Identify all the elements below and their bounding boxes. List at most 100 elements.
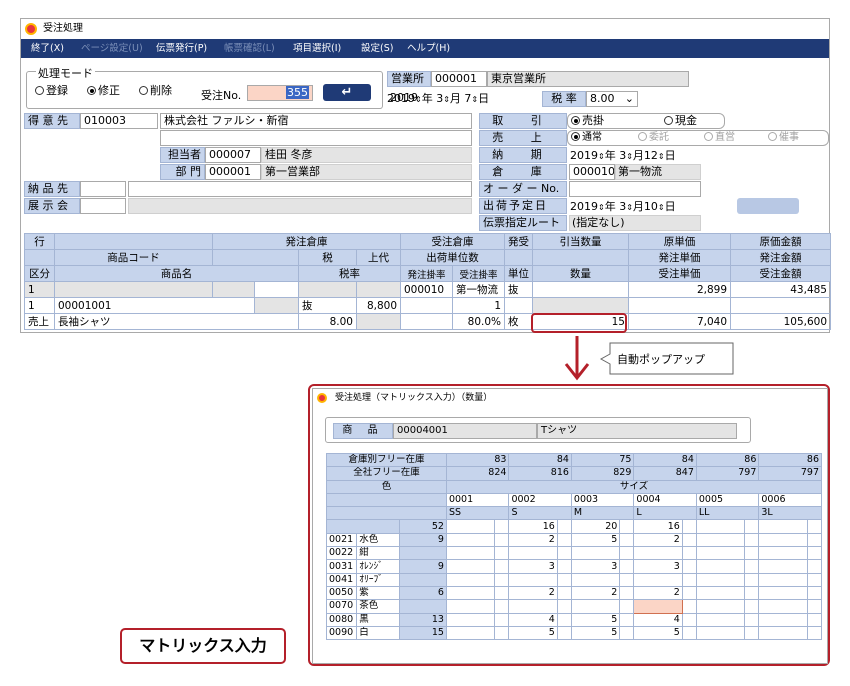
stock-all-value: 797 [758,466,822,481]
qty-input-cell[interactable]: 3 [508,559,558,574]
ship-date-button[interactable] [737,198,799,214]
qty-input-cell[interactable] [695,546,746,561]
table-row[interactable]: 0050 紫 6 2 2 2 [325,585,823,601]
qty-input-cell[interactable] [758,546,808,561]
qty-input-cell[interactable]: 4 [508,612,558,627]
col-kubun: 区分 [24,265,55,282]
qty-input-cell[interactable] [445,559,496,574]
route-value: (指定なし) [569,215,701,231]
menu-item-select[interactable]: 項目選択(I) [293,39,341,58]
qty-input-cell[interactable] [695,559,746,574]
color-total: 6 [398,585,447,601]
qty-input-cell[interactable] [695,599,746,614]
mode-modify[interactable]: 修正 [87,82,120,98]
qty-input-cell[interactable] [445,599,496,614]
qty-input-cell[interactable] [758,625,808,641]
transaction-credit[interactable]: 売掛 [571,114,604,127]
qty-input-cell[interactable]: 2 [633,532,683,548]
qty-input-cell[interactable]: 4 [633,612,683,627]
qty-input-cell[interactable] [695,612,746,627]
order-field-input[interactable] [569,181,701,197]
qty-input-cell[interactable]: 3 [570,559,621,574]
tax-rate-select[interactable]: 8.00 ⌄ [586,91,638,107]
qty-input-cell[interactable]: 2 [508,585,558,601]
qty-input-cell[interactable] [758,599,808,614]
qty-input-cell[interactable]: 2 [633,585,683,601]
qty-input-cell[interactable]: 5 [570,612,621,627]
enter-button[interactable]: ↵ [323,84,371,101]
app-icon [25,23,37,35]
order-date-field[interactable]: 2019⇕年 3⇕月 7⇕日 [387,90,537,107]
table-row[interactable]: 1 000010 第一物流 抜 2,899 43,485 [24,281,831,298]
qty-input-cell[interactable] [508,599,558,614]
transaction-radio-group[interactable]: 売掛 現金 [567,113,725,129]
qty-input-cell[interactable] [508,546,558,561]
ship-date-field[interactable]: 2019⇕年 3⇕月10⇕日 [570,198,676,215]
qty-input-cell[interactable] [758,612,808,627]
qty-input-cell[interactable] [633,599,683,614]
sales-radio-group[interactable]: 通常 委託 直営 催事 [567,130,829,146]
office-code-input[interactable]: 000001 [431,71,487,87]
qty-input-cell[interactable]: 5 [633,625,683,641]
qty-input-cell[interactable] [445,585,496,601]
qty-input-cell[interactable] [633,546,683,561]
qty-input-cell[interactable] [445,612,496,627]
table-row[interactable]: 0041 ｵﾘｰﾌﾞ [325,572,823,587]
table-row[interactable]: 売上 長袖シャツ 8.00 80.0% 枚 15 7,040 105,600 [24,313,831,330]
qty-input-cell[interactable]: 5 [570,532,621,548]
table-row[interactable]: 0021 水色 9 2 5 2 [325,532,823,548]
qty-input-cell[interactable] [758,585,808,601]
menu-settings[interactable]: 設定(S) [361,39,393,58]
qty-input-cell[interactable] [758,532,808,548]
sales-normal[interactable]: 通常 [571,132,602,143]
table-row[interactable]: 0031 ｵﾚﾝｼﾞ 9 3 3 3 [325,559,823,574]
qty-input-cell[interactable] [445,572,496,587]
mode-register[interactable]: 登録 [35,82,68,98]
qty-input-cell[interactable]: 5 [570,625,621,641]
qty-input-cell[interactable] [695,572,746,587]
menu-exit[interactable]: 終了(X) [31,39,64,58]
exhibition-code-input[interactable] [80,198,126,214]
qty-input-cell[interactable] [633,572,683,587]
qty-input-cell[interactable]: 3 [633,559,683,574]
mode-delete[interactable]: 削除 [139,82,172,98]
qty-input-cell[interactable]: 5 [508,625,558,641]
qty-input-cell[interactable] [570,599,621,614]
transaction-cash[interactable]: 現金 [664,114,697,128]
qty-input-cell[interactable] [445,532,496,548]
col-receive-wh: 受注倉庫 [400,233,505,250]
grid-header-row-2: 商品コード 税 上代 出荷単位数 発注単価 発注金額 [24,249,831,266]
qty-input-cell[interactable] [508,572,558,587]
order-no-input[interactable]: 355 [247,85,313,101]
sales-label: 売 上 [479,130,567,146]
qty-input-cell[interactable] [570,572,621,587]
dept-code-input[interactable]: 000001 [205,164,261,180]
qty-input-cell[interactable] [445,625,496,641]
qty-input-cell[interactable] [695,585,746,601]
customer-name: 株式会社 ファルシ・新宿 [160,113,472,129]
office-label: 営業所 [387,71,431,87]
qty-input-cell[interactable] [445,546,496,561]
qty-input-cell[interactable] [695,532,746,548]
qty-input-cell[interactable] [758,572,808,587]
col-product-name: 商品名 [54,265,299,282]
qty-input-cell[interactable]: 2 [508,532,558,548]
warehouse-code-input[interactable]: 000010 [569,164,615,180]
staff-code-input[interactable]: 000007 [205,147,261,163]
table-row[interactable]: 0090 白 15 5 5 5 [325,625,823,641]
qty-input-cell[interactable] [695,625,746,641]
due-date-field[interactable]: 2019⇕年 3⇕月12⇕日 [570,147,676,164]
color-code: 0090 [325,625,358,641]
menu-help[interactable]: ヘルプ(H) [407,39,450,58]
customer-code-input[interactable]: 010003 [80,113,158,129]
size-total [445,519,496,534]
table-row[interactable]: 0022 紺 [325,546,823,561]
menu-print-slip[interactable]: 伝票発行(P) [156,39,207,58]
table-row[interactable]: 0070 茶色 [325,599,823,614]
table-row[interactable]: 0080 黒 13 4 5 4 [325,612,823,627]
qty-input-cell[interactable] [570,546,621,561]
qty-input-cell[interactable]: 2 [570,585,621,601]
qty-input-cell[interactable] [758,559,808,574]
delivery-code-input[interactable] [80,181,126,197]
table-row[interactable]: 1 00001001 抜 8,800 1 [24,297,831,314]
